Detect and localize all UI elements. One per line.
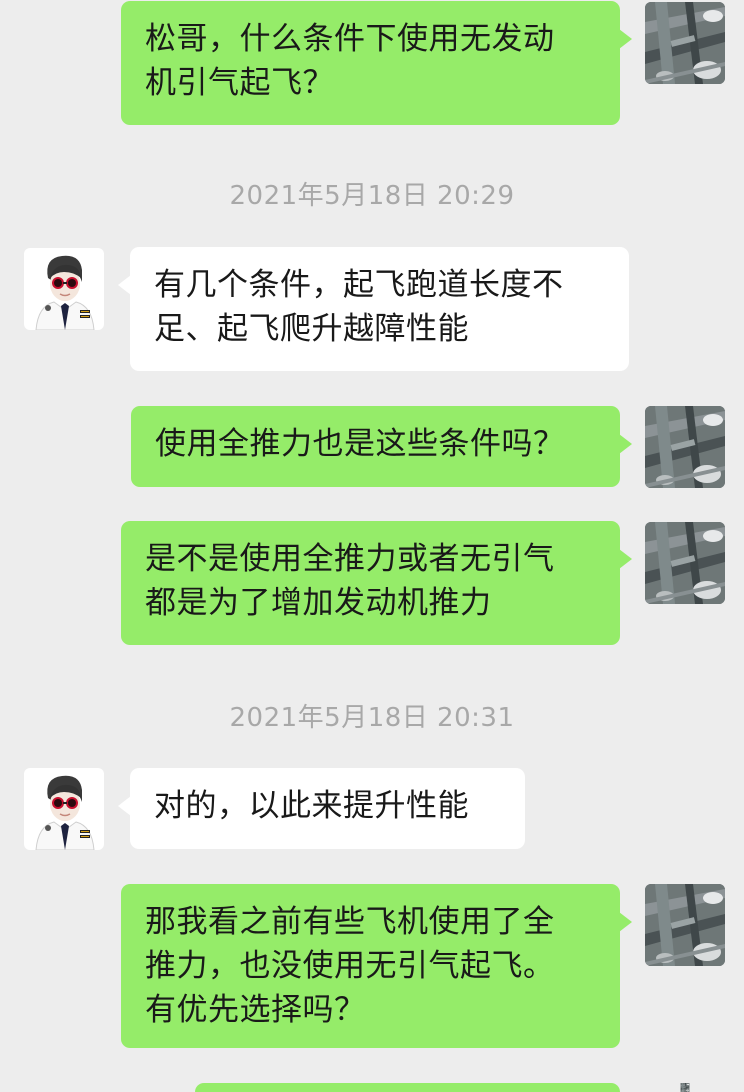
contact-avatar[interactable] bbox=[24, 248, 104, 330]
contact-avatar[interactable] bbox=[24, 768, 104, 850]
airport-photo-icon bbox=[645, 522, 725, 604]
chat-bubble-received[interactable]: 有几个条件，起飞跑道长度不 足、起飞爬升越障性能 bbox=[118, 247, 629, 371]
message-text-line: 有优先选择吗？ bbox=[145, 992, 366, 1028]
self-avatar[interactable] bbox=[645, 406, 725, 488]
timestamp: 2021年5月18日 20:31 bbox=[229, 703, 515, 733]
pilot-icon bbox=[24, 768, 104, 850]
message-text-line: 机引气起飞？ bbox=[145, 65, 334, 101]
airport-photo-icon bbox=[645, 2, 725, 84]
airport-photo-icon bbox=[645, 1083, 725, 1092]
chat-bubble-sent[interactable]: 是不是使用全推力或者无引气 都是为了增加发动机推力 bbox=[121, 521, 632, 645]
chat-bubble-sent[interactable]: 使用全推力也是这些条件吗？ bbox=[131, 406, 632, 487]
self-avatar[interactable] bbox=[645, 522, 725, 604]
message-text-line: 有几个条件，起飞跑道长度不 bbox=[154, 267, 564, 303]
pilot-icon bbox=[24, 248, 104, 330]
message-text-line: 都是为了增加发动机推力 bbox=[145, 585, 492, 621]
message-text-line: 使用全推力也是这些条件吗？ bbox=[155, 426, 565, 462]
airport-photo-icon bbox=[645, 884, 725, 966]
message-text-line: 松哥，什么条件下使用无发动 bbox=[145, 21, 555, 57]
message-text-line: 足、起飞爬升越障性能 bbox=[154, 311, 469, 347]
self-avatar-partial[interactable] bbox=[645, 1083, 725, 1092]
chat-bubble-sent[interactable]: 那我看之前有些飞机使用了全 推力，也没使用无引气起飞。 有优先选择吗？ bbox=[121, 884, 632, 1048]
chat-bubble-sent-partial[interactable] bbox=[195, 1083, 620, 1092]
message-text-line: 对的，以此来提升性能 bbox=[154, 788, 469, 824]
self-avatar[interactable] bbox=[645, 884, 725, 966]
timestamp: 2021年5月18日 20:29 bbox=[229, 181, 515, 211]
self-avatar[interactable] bbox=[645, 2, 725, 84]
chat-bubble-received[interactable]: 对的，以此来提升性能 bbox=[118, 768, 525, 849]
message-text-line: 推力，也没使用无引气起飞。 bbox=[145, 948, 555, 984]
message-text-line: 是不是使用全推力或者无引气 bbox=[145, 541, 555, 577]
chat-window: 松哥，什么条件下使用无发动 机引气起飞？ 2021年5月18日 20:29 有几… bbox=[0, 0, 744, 1092]
chat-bubble-sent[interactable]: 松哥，什么条件下使用无发动 机引气起飞？ bbox=[121, 1, 632, 125]
message-text-line: 那我看之前有些飞机使用了全 bbox=[145, 904, 555, 940]
airport-photo-icon bbox=[645, 406, 725, 488]
